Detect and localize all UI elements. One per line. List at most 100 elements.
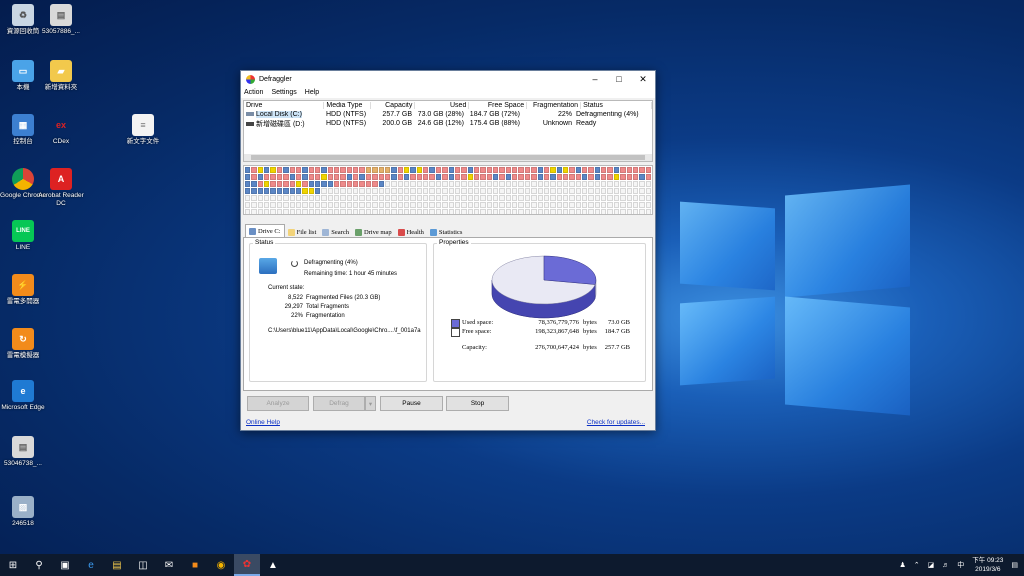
desktop-icon-line[interactable]: LINE LINE [0,220,46,252]
tab-file-list[interactable]: File list [285,227,320,237]
file-explorer-icon[interactable]: ▤ [104,554,130,576]
drive-map-block [550,167,556,173]
drive-map-block [442,209,448,214]
minimize-button[interactable]: – [583,74,607,84]
drive-map-block [308,202,314,208]
drive-map-block [302,174,308,180]
photos-taskbar-icon[interactable]: ▲ [260,554,286,576]
drive-map-block [543,209,550,214]
tab-drive-map[interactable]: Drive map [352,227,395,237]
menu-action[interactable]: Action [244,89,263,96]
tab-search[interactable]: Search [319,227,352,237]
analyze-button[interactable]: Analyze [247,396,309,411]
defrag-dropdown-arrow[interactable]: ▾ [365,396,376,411]
task-view-icon[interactable]: ▣ [52,554,78,576]
file-list-icon [287,228,295,236]
drive-map-block [473,167,480,173]
stop-button[interactable]: Stop [446,396,509,411]
start-button[interactable]: ⊞ [0,554,26,576]
col-capacity[interactable]: Capacity [371,102,416,109]
tray-overflow-icon[interactable]: ⌃ [914,561,920,569]
menu-help[interactable]: Help [305,89,319,96]
check-updates-link[interactable]: Check for updates... [587,419,645,426]
drive-map-block [632,209,639,214]
desktop-icon-file-2[interactable]: ▤ 53046738_... [0,436,46,468]
drive-map-block [359,195,365,201]
people-icon[interactable]: ♟ [900,561,906,569]
tab-drive-c[interactable]: Drive C: [245,224,285,237]
desktop-icon-image[interactable]: ▨ 246518 [0,496,46,528]
desktop-icon-ld-multi[interactable]: ⚡ 雷電多開器 [0,274,46,306]
drive-map-block [493,181,499,187]
drive-map-block [499,202,505,208]
network-icon[interactable]: ◪ [928,561,935,569]
drive-map-block [295,188,302,194]
drive-map-block [639,174,645,180]
col-status[interactable]: Status [581,102,653,109]
drive-map-block [378,167,384,173]
drive-map-block [620,202,626,208]
volume-icon[interactable]: ♬ [942,562,949,569]
pie-slice-used [543,255,597,285]
close-button[interactable]: ✕ [631,74,655,85]
drive-row-d[interactable]: 新增磁碟區 (D:) HDD (NTFS) 200.0 GB 24.6 GB (… [244,119,652,128]
drive-map-block [505,209,512,214]
drive-map-block [429,188,435,194]
clock[interactable]: 下午 09:23 2019/3/6 [972,556,1003,574]
desktop-icon-text-file[interactable]: ≡ 新文字文件 [120,114,166,146]
desktop-icon-acrobat[interactable]: A Acrobat Reader DC [38,168,84,208]
edge-taskbar-icon[interactable]: e [78,554,104,576]
desktop-icon-file-1[interactable]: ▤ 53057886_... [38,4,84,36]
drive-map-block [518,167,524,173]
drive-map-block [264,181,270,187]
pause-button[interactable]: Pause [380,396,443,411]
drive-map-block [410,167,416,173]
notification-icon[interactable]: ▤ [1011,561,1018,569]
search-icon[interactable]: ⚲ [26,554,52,576]
window-title: Defraggler [259,75,292,83]
store-icon[interactable]: ◫ [130,554,156,576]
col-drive[interactable]: Drive [244,102,325,109]
menu-settings[interactable]: Settings [271,89,296,96]
used-space-swatch [451,319,460,328]
online-help-link[interactable]: Online Help [246,419,280,426]
drive-map-block [372,202,378,208]
maximize-button[interactable]: □ [607,74,631,84]
drive-map-block [588,174,594,180]
drive-map-block [480,209,486,214]
defraggler-app-icon [246,74,255,84]
drive-map-block [340,174,346,180]
drive-map-block [493,167,499,173]
ime-indicator[interactable]: 中 [957,560,964,570]
ld-taskbar-icon[interactable]: ■ [182,554,208,576]
drive-map-block [321,174,327,180]
drive-map-block [302,195,308,201]
drive-map-block [302,181,308,187]
chrome-taskbar-icon[interactable]: ◉ [208,554,234,576]
tab-health[interactable]: Health [395,227,427,237]
drive-map-block [543,202,550,208]
drive-map-block [626,202,632,208]
drive-map-block [245,174,251,180]
drive-map-block [429,181,435,187]
desktop-icon-folder[interactable]: ▰ 新增資料夾 [38,60,84,92]
drive-map-block [264,167,270,173]
tab-statistics[interactable]: Statistics [427,227,465,237]
mail-icon[interactable]: ✉ [156,554,182,576]
drive-map-block [429,202,435,208]
desktop-icon-cdex[interactable]: ex CDex [38,114,84,146]
desktop-icon-ld-player[interactable]: ↻ 雷電模擬器 [0,328,46,360]
drive-map-block [416,181,423,187]
col-fragmentation[interactable]: Fragmentation [527,102,582,109]
col-media-type[interactable]: Media Type [324,102,371,109]
desktop-icon-edge[interactable]: e Microsoft Edge [0,380,46,412]
defrag-button[interactable]: Defrag [313,396,365,411]
drive-map-block [461,195,467,201]
drive-map-block [276,202,283,208]
drive-map-block [391,181,397,187]
col-used[interactable]: Used [415,102,470,109]
defraggler-taskbar-icon[interactable]: ✿ [234,554,260,576]
drive-map-block [448,195,454,201]
horizontal-scrollbar[interactable] [244,154,652,161]
col-free-space[interactable]: Free Space [469,102,528,109]
